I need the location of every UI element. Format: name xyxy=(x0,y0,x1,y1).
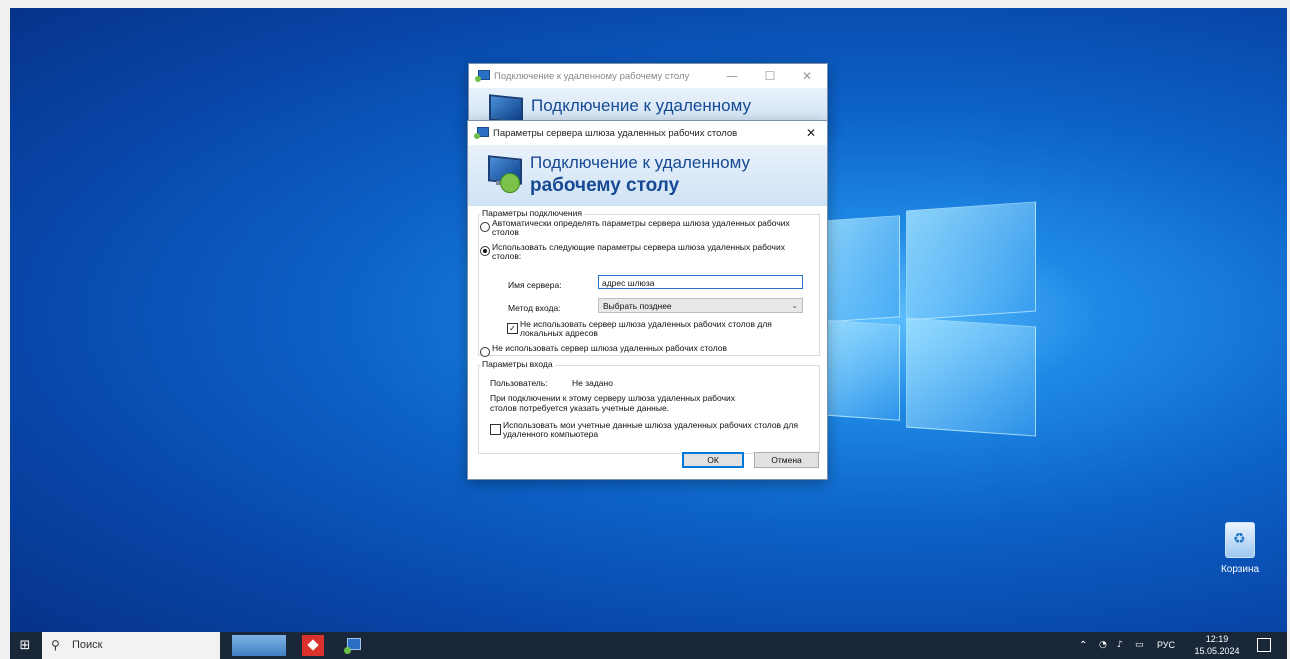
use-creds-checkbox[interactable] xyxy=(490,424,501,435)
anydesk-icon[interactable] xyxy=(302,635,324,656)
bypass-local-checkbox[interactable]: ✓ xyxy=(507,323,518,334)
remote-desktop-icon xyxy=(475,70,490,82)
radio-auto-detect[interactable]: Автоматически определять параметры серве… xyxy=(480,219,810,237)
remote-desktop-icon xyxy=(474,127,489,139)
logon-settings-title: Параметры входа xyxy=(480,359,555,369)
bypass-local-checkbox-row[interactable]: ✓ Не использовать сервер шлюза удаленных… xyxy=(507,320,807,338)
desktop: Корзина Подключение к удаленному рабочем… xyxy=(0,0,1290,659)
search-placeholder: Поиск xyxy=(72,639,103,651)
radio-no-gateway-button[interactable] xyxy=(480,347,490,357)
recycle-bin-label: Корзина xyxy=(1220,564,1260,575)
maximize-button[interactable]: ☐ xyxy=(755,64,785,88)
language-indicator[interactable]: РУС xyxy=(1157,640,1175,650)
gateway-content: Параметры подключения Автоматически опре… xyxy=(468,206,827,479)
minimize-button[interactable]: — xyxy=(717,64,747,88)
user-value: Не задано xyxy=(572,378,613,388)
recycle-bin[interactable]: Корзина xyxy=(1212,522,1268,575)
connection-settings-title: Параметры подключения xyxy=(480,208,584,218)
file-explorer-icon[interactable] xyxy=(232,635,286,656)
system-tray: ⌃ ◔ ♪ ▭ РУС 12:19 15.05.2024 xyxy=(1067,632,1287,659)
recycle-bin-icon xyxy=(1225,522,1255,558)
clock-time[interactable]: 12:19 xyxy=(1197,634,1237,644)
volume-icon[interactable]: ♪ xyxy=(1117,640,1123,650)
chevron-up-icon[interactable]: ⌃ xyxy=(1079,640,1087,651)
server-name-label: Имя сервера: xyxy=(508,280,562,290)
gateway-titlebar: Параметры сервера шлюза удаленных рабочи… xyxy=(468,121,827,145)
logon-method-label: Метод входа: xyxy=(508,303,561,313)
network-icon[interactable]: ◔ xyxy=(1099,640,1107,650)
cancel-button[interactable]: Отмена xyxy=(754,452,819,468)
use-creds-checkbox-row[interactable]: Использовать мои учетные данные шлюза уд… xyxy=(490,421,815,439)
chevron-down-icon: ⌄ xyxy=(791,301,798,310)
gateway-dialog-title: Параметры сервера шлюза удаленных рабочи… xyxy=(493,127,738,139)
banner-line2: рабочему столу xyxy=(530,175,680,196)
taskbar: ⊞ ⚲ Поиск ⌃ ◔ ♪ ▭ РУС 12:19 15.05.2024 xyxy=(10,632,1287,659)
user-label: Пользователь: xyxy=(490,378,548,388)
rdp-main-banner-text: Подключение к удаленному xyxy=(531,96,751,115)
remote-desktop-icon[interactable] xyxy=(342,635,364,656)
radio-no-gateway-label: Не использовать сервер шлюза удаленных р… xyxy=(492,343,727,353)
taskbar-search[interactable]: ⚲ Поиск xyxy=(42,632,220,659)
credentials-info-text: При подключении к этому серверу шлюза уд… xyxy=(490,393,736,413)
gateway-banner: Подключение к удаленному рабочему столу xyxy=(468,145,827,206)
frame-top xyxy=(0,0,1290,8)
radio-use-settings-button[interactable] xyxy=(480,246,490,256)
use-creds-label: Использовать мои учетные данные шлюза уд… xyxy=(503,420,798,439)
rdp-main-title: Подключение к удаленному рабочему столу xyxy=(494,70,690,82)
bypass-local-label: Не использовать сервер шлюза удаленных р… xyxy=(520,319,772,338)
rdp-main-window: Подключение к удаленному рабочему столу … xyxy=(469,64,827,128)
close-button[interactable]: ✕ xyxy=(792,64,822,88)
server-name-input[interactable]: адрес шлюза xyxy=(598,275,803,289)
close-button[interactable]: ✕ xyxy=(796,121,826,145)
radio-use-settings-label: Использовать следующие параметры сервера… xyxy=(492,242,785,261)
battery-icon[interactable]: ▭ xyxy=(1135,640,1144,650)
remote-desktop-logo-icon xyxy=(482,155,522,193)
ok-button[interactable]: ОК xyxy=(682,452,744,468)
radio-use-settings[interactable]: Использовать следующие параметры сервера… xyxy=(480,243,810,261)
radio-no-gateway[interactable]: Не использовать сервер шлюза удаленных р… xyxy=(480,344,810,357)
radio-auto-detect-button[interactable] xyxy=(480,222,490,232)
clock-date[interactable]: 15.05.2024 xyxy=(1189,646,1245,656)
gateway-settings-dialog: Параметры сервера шлюза удаленных рабочи… xyxy=(468,121,827,479)
radio-auto-detect-label: Автоматически определять параметры серве… xyxy=(492,218,790,237)
logon-method-select[interactable]: Выбрать позднее ⌄ xyxy=(598,298,803,313)
logon-method-value: Выбрать позднее xyxy=(603,301,672,311)
windows-logo-wallpaper xyxy=(820,200,1036,440)
notifications-icon[interactable] xyxy=(1257,638,1271,652)
banner-line1: Подключение к удаленному xyxy=(530,153,750,172)
search-icon: ⚲ xyxy=(51,638,60,652)
frame-left xyxy=(0,0,10,659)
windows-start-icon[interactable]: ⊞ xyxy=(10,632,40,659)
